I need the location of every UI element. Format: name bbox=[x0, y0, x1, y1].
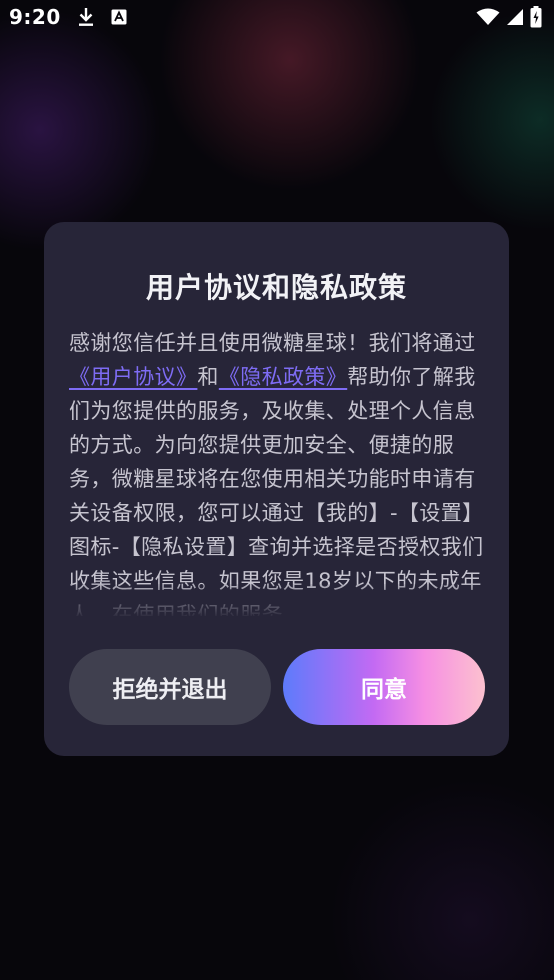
a-badge-icon bbox=[111, 9, 127, 25]
dialog-body[interactable]: 感谢您信任并且使用微糖星球！我们将通过《用户协议》和《隐私政策》帮助你了解我们为… bbox=[69, 326, 484, 616]
wifi-icon bbox=[476, 8, 500, 26]
status-bar: 9:20 bbox=[0, 0, 554, 34]
status-left: 9:20 bbox=[9, 5, 127, 29]
agree-button[interactable]: 同意 bbox=[283, 649, 485, 725]
battery-icon bbox=[530, 6, 542, 28]
user-agreement-link[interactable]: 《用户协议》 bbox=[69, 365, 197, 389]
privacy-dialog: 用户协议和隐私政策 感谢您信任并且使用微糖星球！我们将通过《用户协议》和《隐私政… bbox=[44, 222, 509, 756]
body-text-suffix: 帮助你了解我们为您提供的服务，及收集、处理个人信息的方式。为向您提供更加安全、便… bbox=[69, 365, 484, 616]
status-time: 9:20 bbox=[9, 5, 61, 29]
privacy-policy-link[interactable]: 《隐私政策》 bbox=[219, 365, 347, 389]
body-text-and: 和 bbox=[197, 365, 219, 389]
reject-and-exit-button[interactable]: 拒绝并退出 bbox=[69, 649, 271, 725]
signal-icon bbox=[506, 8, 524, 26]
status-right bbox=[476, 6, 542, 28]
dialog-title: 用户协议和隐私政策 bbox=[145, 271, 407, 304]
download-icon bbox=[77, 7, 95, 27]
body-text-prefix: 感谢您信任并且使用微糖星球！我们将通过 bbox=[69, 331, 476, 355]
